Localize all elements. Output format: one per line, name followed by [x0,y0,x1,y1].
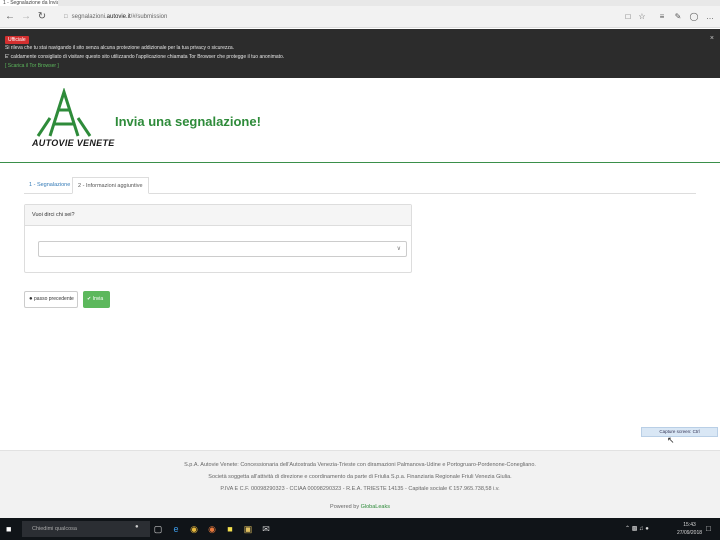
clock-date: 27/09/2018 [677,530,703,536]
web-note-icon[interactable]: ✎ [672,11,684,23]
identity-select[interactable]: ∨ [38,241,407,257]
firefox-icon[interactable]: ◉ [206,523,218,535]
privacy-warning-banner: Ufficiale Si rileva che tu stai navigand… [0,29,720,78]
clock-time: 15:43 [683,522,696,528]
hub-icon[interactable]: ≡ [656,11,668,23]
taskbar-clock[interactable]: 15:43 27/09/2018 [677,521,702,537]
address-bar-row: ← → ↻ □ segnalazioni.autovie.it/#/submiss… [0,6,720,28]
globaleaks-link[interactable]: GlobaLeaks [361,504,390,510]
footer-line-2: Società soggetta all'attività di direzio… [208,474,512,480]
tab-segnalazione[interactable]: 1 - Segnalazione [24,177,75,194]
forward-arrow-icon[interactable]: → [20,11,32,23]
chrome-icon[interactable]: ◉ [188,523,200,535]
previous-step-button[interactable]: ● passo precedente [24,291,78,308]
more-menu-icon[interactable]: … [704,11,716,23]
task-view-icon[interactable]: ▢ [152,523,164,535]
sticky-notes-icon[interactable]: ■ [224,523,236,535]
warning-badge: Ufficiale [5,36,29,44]
url-field[interactable]: □ segnalazioni.autovie.it/#/submission [58,10,618,24]
taskbar-search-box[interactable]: Chiedimi qualcosa [22,521,150,537]
warning-line-2: E' caldamente consigliato di visitare qu… [5,54,285,60]
warning-line-1: Si rileva che tu stai navigando il sito … [5,45,235,51]
notification-icon[interactable]: □ [706,524,711,533]
tor-download-link[interactable]: [ Scarica il Tor Browser ] [5,63,59,70]
favorite-star-icon[interactable]: ☆ [636,11,648,23]
send-button[interactable]: ✔ Invia [83,291,110,308]
page-title: Invia una segnalazione! [115,114,261,129]
url-prefix: segnalazioni. [71,14,107,20]
previous-step-label: passo precedente [34,296,74,302]
powered-by-label: Powered by [330,504,360,510]
reading-view-icon[interactable]: □ [622,11,634,23]
file-explorer-icon[interactable]: ▣ [242,523,254,535]
windows-taskbar: ■ Chiedimi qualcosa ● ▢ e ◉ ◉ ■ ▣ ✉ ⌃ ▩ … [0,518,720,540]
step-tabs: 1 - Segnalazione 2 - Informazioni aggiun… [24,177,696,194]
lock-icon: □ [64,14,68,20]
location-pin-icon: ● [29,296,33,302]
microphone-icon[interactable]: ● [135,524,139,530]
tab-informazioni-aggiuntive[interactable]: 2 - Informazioni aggiuntive [72,177,149,194]
footer-line-3: P.IVA E C.F. 00098290323 - CCIAA 0009829… [220,486,500,492]
system-tray[interactable]: ⌃ ▩ ♫ ● [625,525,649,532]
windows-start-icon[interactable]: ■ [6,524,11,534]
panel-heading: Vuoi dirci chi sei? [25,205,411,226]
chevron-down-icon: ∨ [396,246,401,252]
powered-by: Powered by GlobaLeaks [0,504,720,510]
back-arrow-icon[interactable]: ← [4,11,16,23]
header-divider [0,162,720,163]
footer-line-1: S.p.A. Autovie Venete: Concessionaria de… [184,462,536,468]
url-suffix: /#/submission [130,14,168,20]
refresh-icon[interactable]: ↻ [36,11,48,23]
identity-panel: Vuoi dirci chi sei? ∨ [24,204,412,273]
banner-close-icon[interactable]: × [710,35,714,42]
edge-icon[interactable]: e [170,523,182,535]
url-domain: autovie.it [106,14,131,20]
capture-screen-tooltip[interactable]: Capture screen: Ctrl [641,427,718,437]
page-footer: S.p.A. Autovie Venete: Concessionaria de… [0,450,720,518]
share-icon[interactable]: ◯ [688,11,700,23]
mail-icon[interactable]: ✉ [260,523,272,535]
mouse-cursor-icon: ↖ [667,435,675,445]
brand-name: AUTOVIE VENETE [32,138,115,148]
